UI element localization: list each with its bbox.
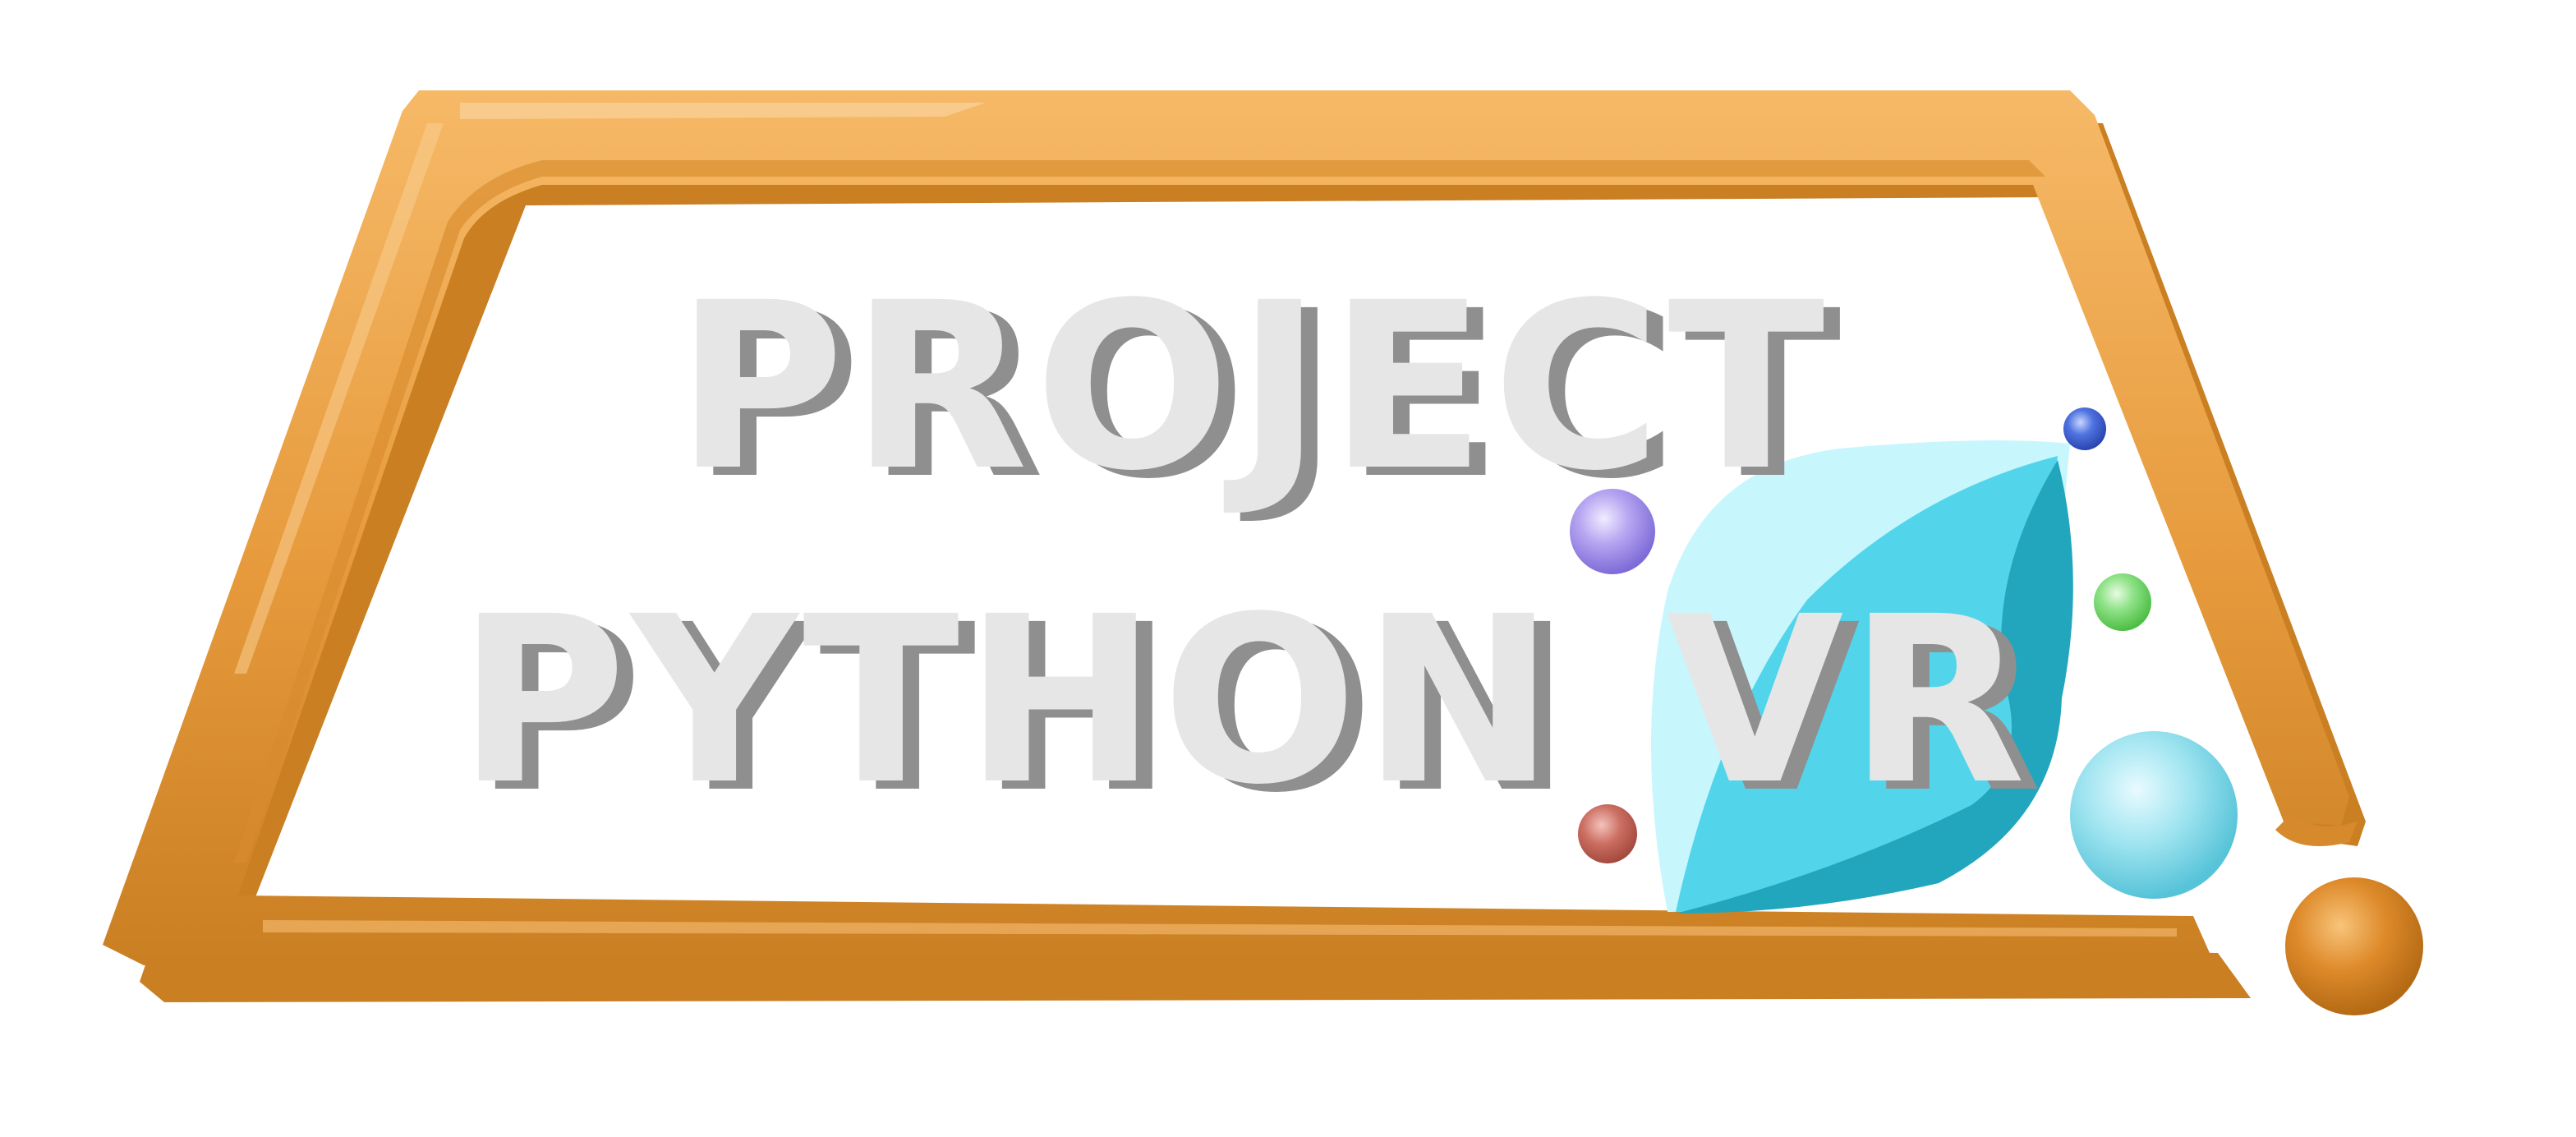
project-python-vr-logo: PROJECT PYTHON VR PROJECT PYTHON VR	[103, 90, 2423, 1015]
title-python: PYTHON	[458, 568, 1560, 835]
title-line1: PROJECT	[676, 254, 1832, 522]
cyan-orb-icon	[2070, 731, 2238, 899]
blue-orb-icon	[2063, 407, 2106, 450]
title-vr: VR	[1666, 568, 2031, 835]
red-orb-icon	[1578, 804, 1637, 863]
orange-orb-icon	[2285, 877, 2423, 1015]
green-orb-icon	[2094, 573, 2151, 631]
